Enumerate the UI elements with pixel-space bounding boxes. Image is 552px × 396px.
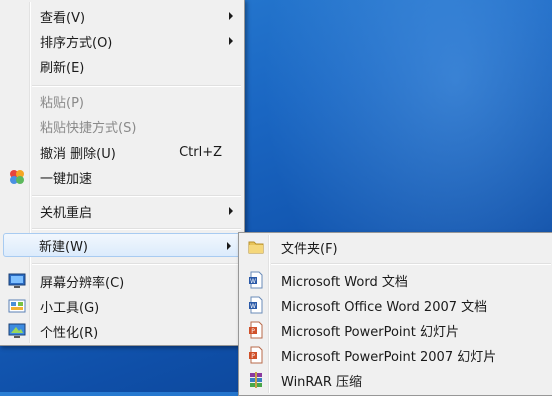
- screen-resolution-icon: [8, 273, 26, 288]
- gadgets-icon: [8, 299, 26, 313]
- speed-up-icon: [10, 170, 24, 184]
- menu-item-screen-resolution[interactable]: 屏幕分辨率(C): [2, 269, 242, 293]
- submenu-arrow-icon: [229, 37, 233, 45]
- menu-item-label: 个性化(R): [40, 325, 99, 341]
- menu-item-paste[interactable]: 粘贴(P): [2, 89, 242, 113]
- submenu-item-powerpoint[interactable]: P Microsoft PowerPoint 幻灯片: [241, 318, 552, 342]
- personalize-icon: [8, 323, 26, 338]
- new-submenu: 文件夹(F) W Microsoft Word 文档 W Microsoft O…: [238, 232, 552, 396]
- svg-text:W: W: [250, 278, 256, 285]
- menu-item-gadgets[interactable]: 小工具(G): [2, 294, 242, 318]
- svg-text:P: P: [251, 353, 255, 360]
- powerpoint-2007-icon: P: [249, 346, 263, 364]
- submenu-item-label: WinRAR 压缩: [281, 374, 362, 390]
- menu-item-personalize[interactable]: 个性化(R): [2, 319, 242, 343]
- menu-item-speed-up[interactable]: 一键加速: [2, 165, 242, 189]
- menu-item-label: 撤消 删除(U): [40, 146, 116, 162]
- menu-item-undo-delete[interactable]: 撤消 删除(U) Ctrl+Z: [2, 140, 242, 164]
- menu-separator: [32, 85, 241, 87]
- menu-item-refresh[interactable]: 刷新(E): [2, 54, 242, 78]
- menu-separator: [32, 263, 241, 265]
- menu-item-label: 屏幕分辨率(C): [40, 275, 125, 291]
- menu-separator: [32, 195, 241, 197]
- menu-item-label: 关机重启: [40, 205, 93, 221]
- desktop-context-menu: 查看(V) 排序方式(O) 刷新(E) 粘贴(P) 粘贴快捷方式(S) 撤消 删…: [0, 0, 245, 346]
- submenu-arrow-icon: [229, 12, 233, 20]
- menu-item-label: 查看(V): [40, 10, 86, 26]
- submenu-arrow-icon: [227, 242, 231, 250]
- menu-item-shortcut: Ctrl+Z: [179, 144, 222, 160]
- folder-icon: [248, 241, 264, 254]
- menu-item-label: 粘贴快捷方式(S): [40, 120, 137, 136]
- submenu-arrow-icon: [229, 207, 233, 215]
- menu-item-label: 排序方式(O): [40, 35, 113, 51]
- winrar-icon: [250, 372, 262, 388]
- svg-text:W: W: [250, 303, 256, 310]
- menu-separator: [32, 228, 241, 230]
- menu-item-label: 一键加速: [40, 171, 93, 187]
- submenu-item-label: Microsoft PowerPoint 幻灯片: [281, 324, 460, 340]
- menu-item-shutdown-restart[interactable]: 关机重启: [2, 199, 242, 223]
- menu-item-label: 粘贴(P): [40, 95, 84, 111]
- menu-item-view[interactable]: 查看(V): [2, 4, 242, 28]
- submenu-item-winrar[interactable]: WinRAR 压缩: [241, 368, 552, 392]
- menu-item-new[interactable]: 新建(W): [3, 233, 241, 257]
- menu-item-paste-shortcut[interactable]: 粘贴快捷方式(S): [2, 114, 242, 138]
- svg-text:P: P: [251, 328, 255, 335]
- submenu-item-label: Microsoft Word 文档: [281, 274, 408, 290]
- powerpoint-icon: P: [249, 321, 263, 339]
- submenu-item-folder[interactable]: 文件夹(F): [241, 235, 552, 259]
- menu-item-label: 新建(W): [39, 239, 88, 255]
- word-2007-document-icon: W: [249, 296, 263, 314]
- submenu-item-word-2007-document[interactable]: W Microsoft Office Word 2007 文档: [241, 293, 552, 317]
- submenu-item-word-document[interactable]: W Microsoft Word 文档: [241, 268, 552, 292]
- submenu-item-label: Microsoft Office Word 2007 文档: [281, 299, 488, 315]
- menu-separator: [271, 263, 551, 265]
- menu-item-label: 刷新(E): [40, 60, 85, 76]
- submenu-item-powerpoint-2007[interactable]: P Microsoft PowerPoint 2007 幻灯片: [241, 343, 552, 367]
- word-document-icon: W: [249, 271, 263, 289]
- menu-item-label: 小工具(G): [40, 300, 100, 316]
- submenu-item-label: Microsoft PowerPoint 2007 幻灯片: [281, 349, 497, 365]
- menu-item-sort-by[interactable]: 排序方式(O): [2, 29, 242, 53]
- submenu-item-label: 文件夹(F): [281, 241, 338, 257]
